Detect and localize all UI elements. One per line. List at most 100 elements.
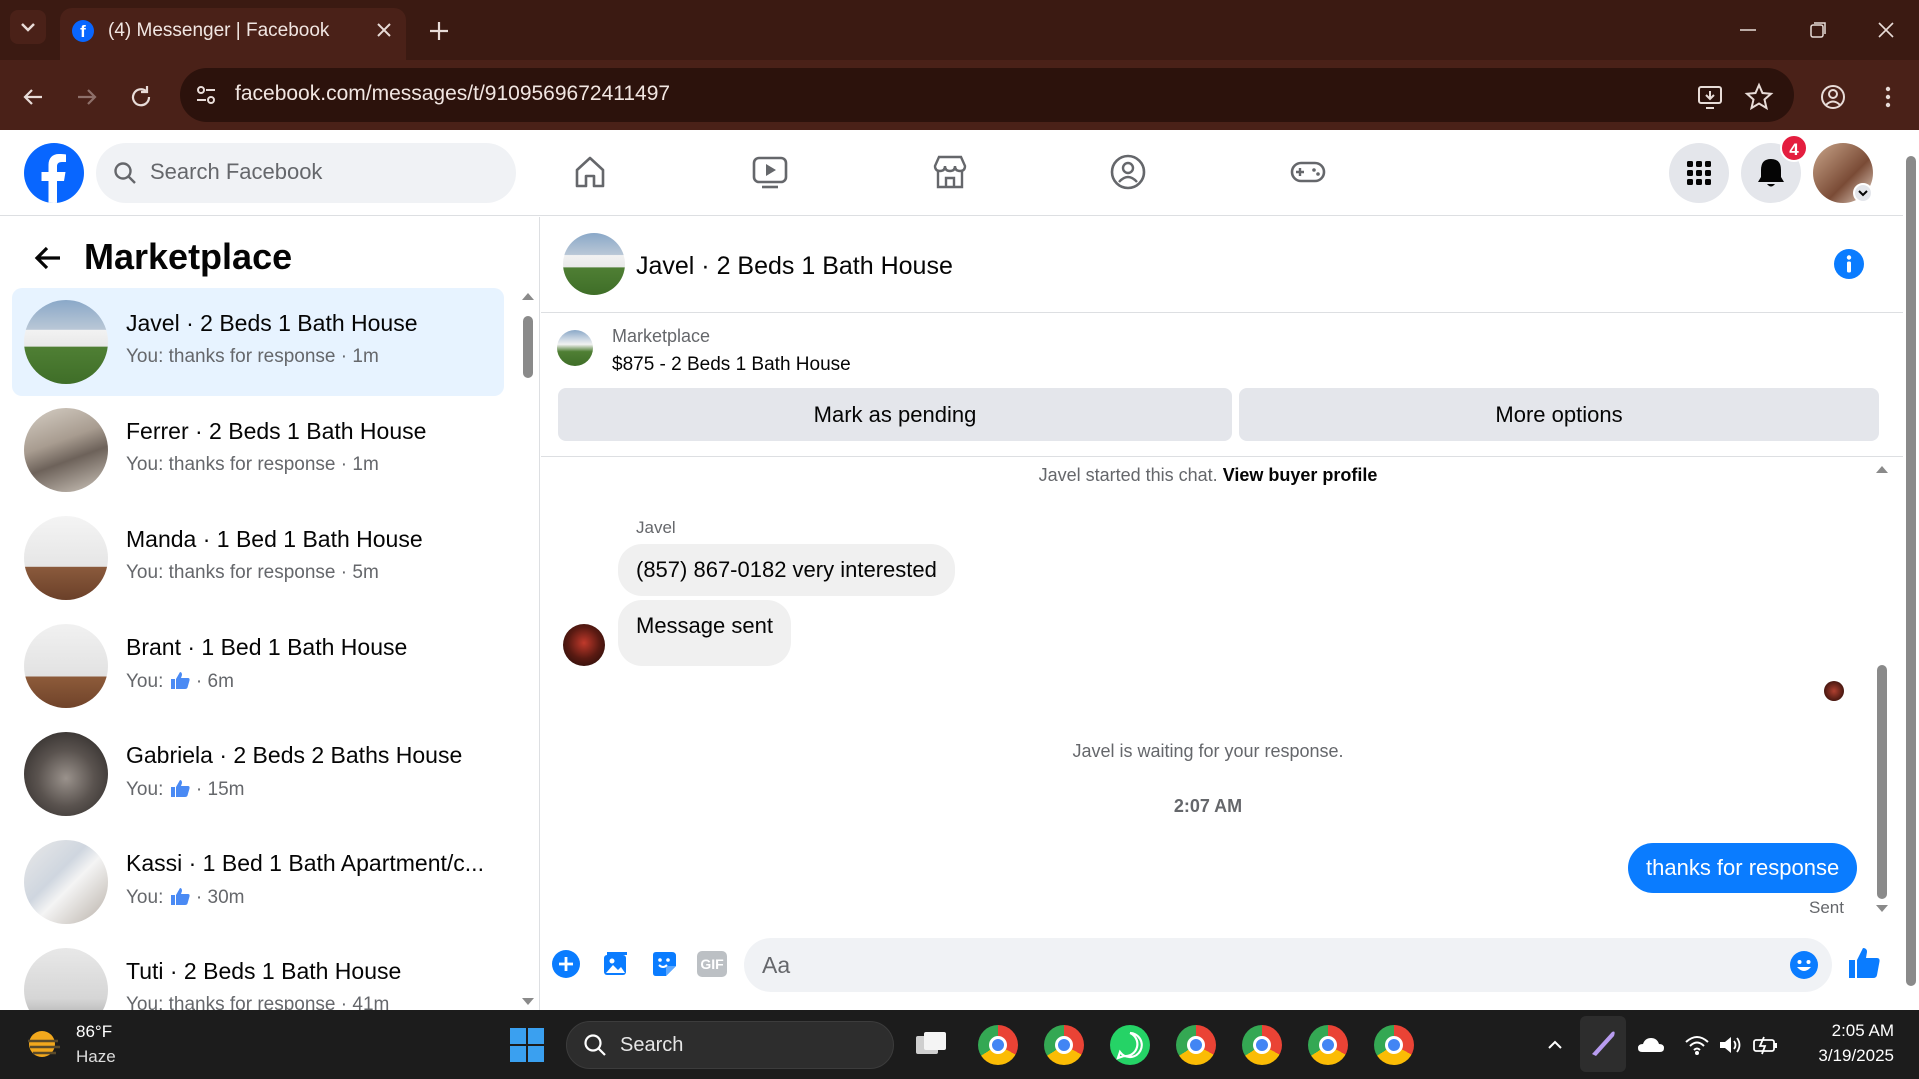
new-tab-icon[interactable] — [426, 18, 452, 44]
conversation-preview: You: thanks for response · 1m — [126, 454, 379, 475]
bookmark-star-icon[interactable] — [1744, 82, 1774, 112]
conversation-item[interactable]: Brant · 1 Bed 1 Bath House You: · 6m — [12, 612, 504, 720]
listing-thumbnail — [24, 408, 108, 492]
whatsapp-icon[interactable] — [1110, 1025, 1150, 1065]
weather-temp[interactable]: 86°F — [76, 1022, 112, 1042]
conversation-item[interactable]: Ferrer · 2 Beds 1 Bath House You: thanks… — [12, 396, 504, 504]
item-thumbnail[interactable] — [557, 330, 593, 366]
task-view-icon[interactable] — [912, 1026, 950, 1064]
chrome-profile-icon[interactable] — [1242, 1025, 1282, 1065]
conversation-preview: You: thanks for response · 5m — [126, 562, 379, 583]
restore-icon[interactable] — [1806, 18, 1830, 42]
menu-grid-button[interactable] — [1669, 143, 1729, 203]
close-tab-icon[interactable] — [372, 18, 396, 42]
preview-prefix: You: — [126, 671, 164, 692]
tray-chevron-icon[interactable] — [1544, 1034, 1566, 1056]
item-summary[interactable]: $875 - 2 Beds 1 Bath House — [612, 354, 851, 376]
facebook-logo-icon[interactable] — [24, 143, 84, 203]
groups-icon[interactable] — [1108, 152, 1148, 192]
chrome-profile-icon[interactable] — [1308, 1025, 1348, 1065]
start-button-icon[interactable] — [508, 1026, 546, 1064]
incoming-message[interactable]: (857) 867-0182 very interested — [618, 544, 955, 596]
conversation-item[interactable]: Javel · 2 Beds 1 Bath House You: thanks … — [12, 288, 504, 396]
url-text[interactable]: facebook.com/messages/t/9109569672411497 — [235, 82, 670, 106]
divider — [541, 456, 1903, 457]
conversation-item[interactable]: Kassi · 1 Bed 1 Bath Apartment/c... You:… — [12, 828, 504, 936]
marketplace-icon[interactable] — [930, 152, 970, 192]
gaming-icon[interactable] — [1288, 152, 1328, 192]
conversation-preview: You: · 15m — [126, 778, 244, 801]
chrome-icon[interactable] — [978, 1025, 1018, 1065]
photo-icon[interactable] — [600, 949, 630, 979]
chat-scrollbar[interactable] — [1872, 460, 1892, 920]
search-icon — [112, 160, 138, 186]
page-scrollbar[interactable] — [1903, 132, 1919, 1010]
video-icon[interactable] — [750, 152, 790, 192]
forward-icon[interactable] — [72, 82, 102, 112]
home-icon[interactable] — [570, 152, 610, 192]
close-window-icon[interactable] — [1874, 18, 1898, 42]
taskbar-search-label: Search — [620, 1034, 684, 1056]
chrome-profile-icon[interactable] — [1374, 1025, 1414, 1065]
weather-icon[interactable] — [24, 1024, 64, 1064]
outgoing-message[interactable]: thanks for response — [1628, 843, 1858, 893]
conversation-item[interactable]: Tuti · 2 Beds 1 Bath House You: thanks f… — [12, 936, 504, 1010]
taskbar-search-icon — [582, 1032, 608, 1058]
account-chevron-icon[interactable] — [1853, 183, 1873, 203]
add-attachment-icon[interactable] — [551, 949, 581, 979]
clock-date[interactable]: 3/19/2025 — [1796, 1046, 1894, 1066]
back-icon[interactable] — [18, 82, 48, 112]
conversation-preview: You: thanks for response · 41m — [126, 994, 390, 1010]
incoming-message[interactable]: Message sent — [618, 600, 791, 666]
clock-time[interactable]: 2:05 AM — [1806, 1021, 1894, 1041]
weather-condition[interactable]: Haze — [76, 1047, 116, 1067]
conversation-name: Gabriela · 2 Beds 2 Baths House — [126, 742, 463, 768]
wifi-icon[interactable] — [1684, 1034, 1710, 1056]
sidebar-scrollbar[interactable] — [518, 290, 538, 1008]
tab-list-button[interactable] — [10, 10, 46, 44]
conversation-name: Kassi · 1 Bed 1 Bath Apartment/c... — [126, 850, 484, 876]
minimize-icon[interactable] — [1736, 18, 1760, 42]
back-arrow-icon[interactable] — [30, 240, 66, 276]
info-icon[interactable] — [1833, 248, 1865, 280]
volume-icon[interactable] — [1718, 1034, 1744, 1056]
conversation-item[interactable]: Gabriela · 2 Beds 2 Baths House You: · 1… — [12, 720, 504, 828]
listing-thumbnail — [24, 516, 108, 600]
reload-icon[interactable] — [126, 82, 156, 112]
mark-as-pending-button[interactable]: Mark as pending — [558, 388, 1232, 441]
marketplace-label: Marketplace — [612, 326, 711, 346]
conversation-name: Tuti · 2 Beds 1 Bath House — [126, 958, 402, 984]
profile-icon[interactable] — [1818, 82, 1848, 112]
emoji-icon[interactable] — [1789, 950, 1819, 980]
like-thumb-icon[interactable] — [1847, 946, 1881, 980]
preview-time: · 15m — [195, 779, 245, 800]
chat-avatar[interactable] — [563, 233, 625, 295]
message-input[interactable] — [744, 938, 1832, 992]
sidebar-clip: Tuti · 2 Beds 1 Bath House You: thanks f… — [0, 936, 540, 1010]
conversation-item[interactable]: Manda · 1 Bed 1 Bath House You: thanks f… — [12, 504, 504, 612]
chrome-profile-icon[interactable] — [1044, 1025, 1084, 1065]
sticker-icon[interactable] — [649, 949, 679, 979]
site-info-icon[interactable] — [193, 82, 219, 108]
preview-time: · 30m — [195, 887, 245, 908]
chrome-profile-icon[interactable] — [1176, 1025, 1216, 1065]
windows-taskbar — [0, 1010, 1919, 1079]
conversation-preview: You: · 30m — [126, 886, 244, 909]
more-options-button[interactable]: More options — [1239, 388, 1879, 441]
battery-icon[interactable] — [1752, 1034, 1780, 1056]
message-timestamp: 2:07 AM — [1173, 796, 1243, 816]
browser-menu-icon[interactable] — [1876, 82, 1900, 112]
message-input-placeholder: Aa — [762, 952, 791, 978]
notification-badge: 4 — [1780, 134, 1808, 162]
view-buyer-profile-link[interactable]: View buyer profile — [1223, 465, 1378, 485]
read-receipt-avatar — [1824, 681, 1844, 701]
chat-title[interactable]: Javel · 2 Beds 1 Bath House — [636, 252, 953, 281]
conversation-preview: You: thanks for response · 1m — [126, 346, 379, 367]
onedrive-icon[interactable] — [1636, 1034, 1666, 1056]
install-app-icon[interactable] — [1696, 82, 1726, 112]
gif-icon[interactable]: GIF — [697, 951, 727, 977]
listing-thumbnail — [24, 300, 108, 384]
listing-thumbnail — [24, 840, 108, 924]
pen-app-icon[interactable] — [1580, 1016, 1626, 1072]
taskbar-search[interactable] — [566, 1021, 894, 1069]
